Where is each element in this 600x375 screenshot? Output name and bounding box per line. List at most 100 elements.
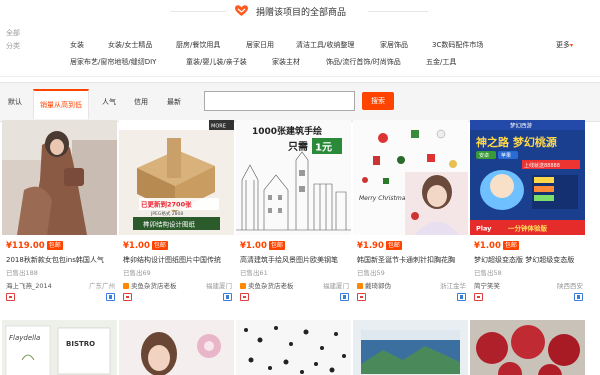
seller-badge-icon bbox=[240, 293, 249, 301]
shop-type-icon bbox=[123, 283, 129, 289]
p2-badge: MORE bbox=[211, 124, 226, 130]
sort-tab-default[interactable]: 默认 bbox=[8, 97, 22, 107]
category-item[interactable]: 厨房/餐饮用具 bbox=[176, 40, 220, 50]
product-image[interactable]: Flaydella BISTRO bbox=[2, 320, 117, 375]
product-image[interactable]: 梦幻西游 神之路 梦幻桃源 安卓 苹果 上线就送88888 Play 一分钟体验… bbox=[470, 120, 585, 235]
category-item[interactable]: 居家布艺/窗帘地毯/缝纫DIY bbox=[70, 57, 156, 67]
category-item[interactable]: 童装/婴儿装/亲子装 bbox=[186, 57, 247, 67]
more-label: 更多 bbox=[556, 41, 570, 49]
sold-count: 已售出61 bbox=[240, 269, 268, 277]
price-value: ¥1.90 bbox=[357, 241, 384, 251]
product-image[interactable] bbox=[470, 320, 585, 375]
p2-update-text: 已更新到2700张 bbox=[141, 200, 192, 209]
p3-headline: 1000张建筑手绘 bbox=[252, 125, 322, 137]
sort-tab-sales[interactable]: 销量从高到低 bbox=[33, 89, 89, 119]
shop-link[interactable]: 海上飞燕_2014 bbox=[6, 280, 52, 290]
p3-only-text: 只需 bbox=[288, 141, 308, 153]
row2-card-text-2: BISTRO bbox=[66, 340, 95, 348]
p5-android: 安卓 bbox=[479, 152, 489, 159]
seller-badge-icon bbox=[6, 293, 15, 301]
search-button[interactable]: 搜索 bbox=[362, 92, 394, 110]
shop-location: 福建厦门 bbox=[206, 282, 232, 290]
p2-caption: 榫卯结构设计图纸 bbox=[143, 220, 196, 229]
shop-link[interactable]: 简宁笑笑 bbox=[474, 280, 500, 290]
sold-count: 已售出69 bbox=[123, 269, 151, 277]
shop-name: 海上飞燕_2014 bbox=[6, 282, 52, 290]
sort-bar: 默认 销量从高到低 人气 信用 最新 搜索 bbox=[0, 82, 600, 122]
chevron-down-icon: ▾ bbox=[570, 42, 574, 49]
free-shipping-badge: 包邮 bbox=[385, 241, 402, 250]
product-image[interactable] bbox=[353, 320, 468, 375]
p4-greeting: Merry Christmas bbox=[359, 195, 409, 202]
product-price: ¥1.00 包邮 bbox=[240, 241, 285, 251]
search-input[interactable] bbox=[204, 91, 355, 111]
product-title[interactable]: 高清建筑手绘风景图片欧美钢笔 bbox=[240, 255, 351, 265]
price-value: ¥1.00 bbox=[123, 241, 150, 251]
sort-tab-newest[interactable]: 最新 bbox=[167, 97, 181, 107]
category-item[interactable]: 家居饰品 bbox=[380, 40, 408, 50]
wangwang-chat-icon[interactable] bbox=[574, 293, 583, 301]
shop-type-icon bbox=[240, 283, 246, 289]
product-price: ¥1.00 包邮 bbox=[123, 241, 168, 251]
shop-name: 卖鱼杂货店老板 bbox=[131, 282, 177, 290]
free-shipping-badge: 包邮 bbox=[46, 241, 63, 250]
sold-count: 已售出59 bbox=[357, 269, 385, 277]
category-item[interactable]: 3C数码配件市场 bbox=[432, 40, 483, 50]
price-value: ¥1.00 bbox=[474, 241, 501, 251]
product-price: ¥119.00 包邮 bbox=[6, 241, 63, 251]
shop-location: 陕西西安 bbox=[557, 282, 583, 290]
wangwang-chat-icon[interactable] bbox=[457, 293, 466, 301]
shop-name: 卖鱼杂货店老板 bbox=[248, 282, 294, 290]
product-image[interactable]: 1000张建筑手绘 只需 1元 bbox=[236, 120, 351, 235]
sort-tab-popularity[interactable]: 人气 bbox=[102, 97, 116, 107]
category-item[interactable]: 女装/女士精品 bbox=[108, 40, 152, 50]
product-image[interactable]: Merry Christmas bbox=[353, 120, 468, 235]
filter-all-label[interactable]: 全部 bbox=[6, 28, 20, 38]
p5-promo: 上线就送88888 bbox=[524, 162, 560, 169]
more-button[interactable]: 更多▾ bbox=[556, 40, 573, 50]
p5-ribbon: 一分钟体验版 bbox=[508, 224, 548, 233]
shop-type-icon bbox=[357, 283, 363, 289]
product-image[interactable] bbox=[119, 320, 234, 375]
category-item[interactable]: 家装主材 bbox=[272, 57, 300, 67]
category-item[interactable]: 居家日用 bbox=[246, 40, 274, 50]
free-shipping-badge: 包邮 bbox=[502, 241, 519, 250]
product-image[interactable]: MORE 已更新到2700张 JPEG格式 2808 榫卯结构设计图纸 bbox=[119, 120, 234, 235]
shop-name: 简宁笑笑 bbox=[474, 282, 500, 290]
product-title[interactable]: 榫卯结构设计图纸图片中国传统 bbox=[123, 255, 234, 265]
category-item[interactable]: 女装 bbox=[70, 40, 84, 50]
banner-title: 捐赠该项目的全部商品 bbox=[256, 8, 347, 18]
p2-format-text: JPEG格式 2808 bbox=[150, 210, 183, 217]
wangwang-chat-icon[interactable] bbox=[223, 293, 232, 301]
product-title[interactable]: 韩国新圣诞节卡通刺针扣胸花胸 bbox=[357, 255, 468, 265]
category-item[interactable]: 饰品/流行首饰/时尚饰品 bbox=[326, 57, 401, 67]
seller-badge-icon bbox=[123, 293, 132, 301]
p5-header: 梦幻西游 bbox=[510, 122, 533, 130]
row2-card-text: Flaydella bbox=[9, 334, 40, 342]
price-value: ¥119.00 bbox=[6, 241, 45, 251]
shop-link[interactable]: 戴琦郭伪 bbox=[357, 280, 391, 290]
wangwang-chat-icon[interactable] bbox=[340, 293, 349, 301]
p5-play: Play bbox=[476, 225, 492, 233]
product-image[interactable] bbox=[2, 120, 117, 235]
shop-location: 福建厦门 bbox=[323, 282, 349, 290]
shop-location: 浙江金华 bbox=[440, 282, 466, 290]
category-item[interactable]: 清洁工具/收纳整理 bbox=[296, 40, 354, 50]
category-item[interactable]: 五金/工具 bbox=[426, 57, 456, 67]
divider-right bbox=[368, 11, 428, 12]
shop-location: 广东广州 bbox=[89, 282, 115, 290]
sort-tab-credit[interactable]: 信用 bbox=[134, 97, 148, 107]
shop-link[interactable]: 卖鱼杂货店老板 bbox=[240, 280, 294, 290]
seller-badge-icon bbox=[357, 293, 366, 301]
free-shipping-badge: 包邮 bbox=[151, 241, 168, 250]
wangwang-chat-icon[interactable] bbox=[106, 293, 115, 301]
product-image[interactable] bbox=[236, 320, 351, 375]
filter-category-label: 分类 bbox=[6, 42, 20, 50]
shop-name: 戴琦郭伪 bbox=[365, 282, 391, 290]
product-title[interactable]: 2018秋新款女包包ins韩国人气 bbox=[6, 255, 117, 265]
shop-link[interactable]: 卖鱼杂货店老板 bbox=[123, 280, 177, 290]
product-title[interactable]: 梦幻超级变态版 梦幻超级变态版 bbox=[474, 255, 585, 265]
p5-title: 神之路 梦幻桃源 bbox=[476, 135, 557, 149]
free-shipping-badge: 包邮 bbox=[268, 241, 285, 250]
heart-hands-icon bbox=[235, 5, 248, 16]
